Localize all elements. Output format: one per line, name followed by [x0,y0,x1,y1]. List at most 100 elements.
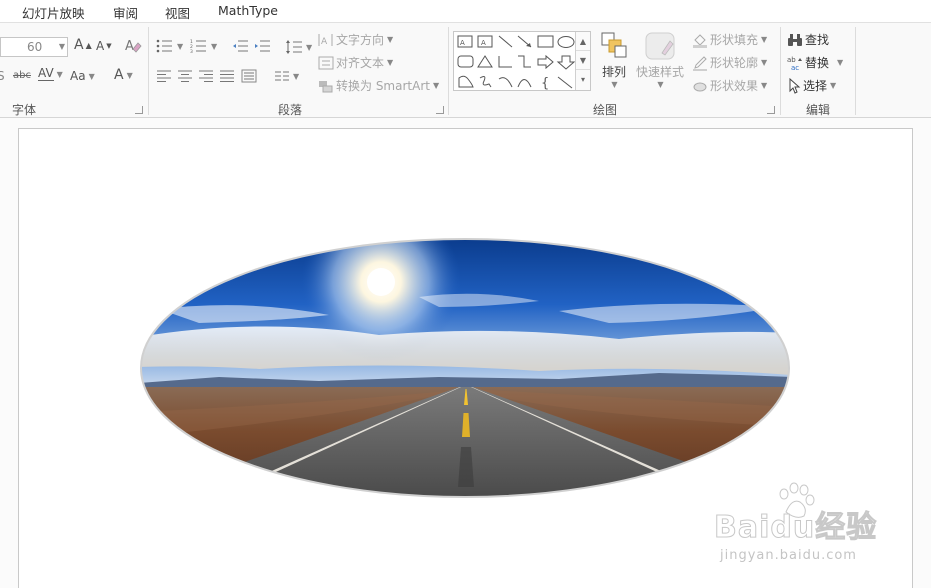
shape-outline-button[interactable]: 形状轮廓 ▼ [692,54,767,71]
distributed-button[interactable] [241,69,257,83]
chevron-down-icon: ▼ [306,42,313,52]
freeform-shape-icon[interactable] [458,75,474,88]
chevron-down-icon: ▼ [293,71,300,81]
caret-up-icon: ▲ [85,40,92,50]
curved-connector-icon[interactable] [498,77,513,88]
chevron-down-icon: ▼ [177,41,184,51]
vertical-textbox-icon[interactable]: A [477,35,493,48]
find-button[interactable]: 查找 [787,31,829,48]
scroll-down-icon[interactable]: ▼ [576,51,590,70]
shapes-gallery[interactable]: A A { [453,31,591,91]
quick-styles-icon [645,32,675,60]
align-left-button[interactable] [156,70,172,82]
gallery-more-icon[interactable]: ▾ [576,70,590,89]
chevron-down-icon: ▼ [657,80,664,89]
shape-effects-button[interactable]: 形状效果 ▼ [692,77,767,94]
select-button[interactable]: 选择 ▼ [787,77,836,94]
shape-fill-button[interactable]: 形状填充 ▼ [692,31,767,48]
oval-shape-icon[interactable] [557,36,575,48]
pen-outline-icon [693,55,707,71]
arrange-label: 排列 [601,65,626,79]
textbox-icon[interactable]: A [457,35,473,48]
text-direction-label: 文字方向 [336,33,385,47]
align-center-button[interactable] [177,70,193,82]
arrow-line-icon[interactable] [517,35,532,48]
align-text-icon [318,56,334,69]
svg-text:A: A [321,37,328,47]
paragraph-group-label: 段落 [278,103,303,117]
rounded-rectangle-icon[interactable] [457,55,474,68]
chevron-down-icon: ▼ [387,58,394,67]
tab-mathtype[interactable]: MathType [218,3,278,18]
editing-group-label: 编辑 [806,103,831,117]
tab-view[interactable]: 视图 [165,3,190,22]
strikethrough-button[interactable]: abc [13,70,31,81]
align-right-button[interactable] [198,70,214,82]
group-divider [448,27,449,115]
convert-smartart-button[interactable]: 转换为 SmartArt ▼ [318,77,439,94]
paragraph-dialog-launcher-icon[interactable] [436,106,444,114]
tab-review[interactable]: 审阅 [113,3,138,22]
triangle-shape-icon[interactable] [477,55,493,68]
font-dialog-launcher-icon[interactable] [135,106,143,114]
chevron-down-icon: ▼ [432,81,440,90]
bullets-button[interactable]: ▼ [156,39,183,53]
drawing-dialog-launcher-icon[interactable] [767,106,775,114]
change-case-button[interactable]: Aa ▼ [70,69,95,83]
scroll-up-icon[interactable]: ▲ [576,32,590,51]
justify-button[interactable] [219,70,235,82]
chevron-down-icon: ▼ [761,81,768,90]
brace-shape-icon[interactable]: { [541,76,549,91]
decrease-indent-button[interactable] [232,39,248,53]
chevron-down-icon: ▼ [126,70,133,80]
increase-indent-button[interactable] [254,39,270,53]
right-arrow-shape-icon[interactable] [537,54,554,70]
arrange-button[interactable]: 排列 ▼ [600,31,628,89]
outdent-icon [233,40,248,52]
chevron-down-icon: ▼ [830,81,837,90]
clear-formatting-button[interactable]: A [124,37,142,55]
elbow-connector-icon[interactable] [498,56,512,68]
justify-icon [220,70,234,82]
grow-font-button[interactable]: A ▲ [74,37,92,53]
shrink-font-button[interactable]: A ▼ [96,39,112,53]
shape-effects-label: 形状效果 [710,79,759,93]
svg-text:ac: ac [791,64,799,71]
align-center-icon [178,70,192,82]
char-spacing-button[interactable]: AV ▼ [38,67,63,81]
elbow-arrow-icon[interactable] [518,55,531,68]
oval-picture[interactable] [139,237,791,499]
quick-styles-label: 快速样式 [636,65,685,79]
svg-text:A: A [481,39,486,47]
slide-canvas[interactable] [18,128,913,588]
paint-bucket-icon [693,33,707,48]
tab-slideshow[interactable]: 幻灯片放映 [22,3,85,22]
group-divider [780,27,781,115]
diagonal-line-icon[interactable] [557,76,573,89]
rectangle-shape-icon[interactable] [537,35,554,48]
gallery-scrollbar[interactable]: ▲ ▼ ▾ [575,32,590,90]
text-shadow-button[interactable]: S [0,69,5,83]
cursor-arrow-icon [789,77,801,94]
line-spacing-button[interactable]: ▼ [285,39,312,55]
line-shape-icon[interactable] [498,35,513,48]
binoculars-icon [788,33,802,46]
font-size-box[interactable]: 60 ▼ [0,37,68,57]
columns-button[interactable]: ▼ [274,70,299,82]
arc-shape-icon[interactable] [517,79,532,88]
text-direction-button[interactable]: A 文字方向 ▼ [318,31,393,48]
shape-effects-icon [693,82,707,91]
down-arrow-shape-icon[interactable] [556,55,576,70]
caret-down-icon: ▼ [106,42,112,50]
font-color-button[interactable]: A ▼ [114,67,133,83]
align-text-button[interactable]: 对齐文本 ▼ [318,54,393,71]
find-label: 查找 [805,33,830,47]
align-left-icon [157,70,171,82]
replace-button[interactable]: ab ac 替换 ▼ [787,54,843,71]
scribble-icon[interactable] [479,76,492,88]
chevron-down-icon: ▼ [211,41,218,51]
font-group-label: 字体 [12,103,37,117]
numbered-list-icon: 123 [190,39,206,53]
numbering-button[interactable]: 123 ▼ [190,39,217,53]
quick-styles-button[interactable]: 快速样式 ▼ [636,31,684,89]
